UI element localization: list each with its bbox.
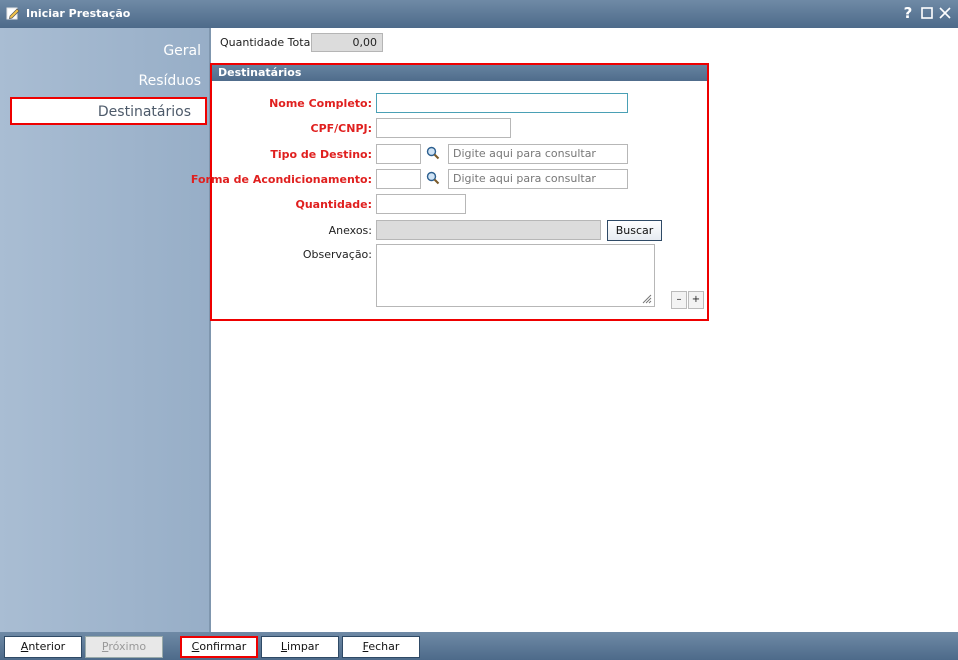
tipo-destino-search-input[interactable]: Digite aqui para consultar — [448, 144, 628, 164]
nome-completo-label: Nome Completo: — [269, 97, 372, 110]
anexos-label: Anexos: — [328, 224, 372, 237]
fechar-label: echar — [368, 640, 400, 653]
nome-completo-field[interactable] — [376, 93, 628, 113]
cpf-cnpj-label: CPF/CNPJ: — [310, 122, 373, 135]
sidebar-item-residuos[interactable]: Resíduos — [138, 73, 201, 89]
close-icon — [939, 7, 951, 19]
observacao-textarea[interactable] — [376, 244, 655, 307]
anexos-field — [376, 220, 601, 240]
help-button[interactable]: ? — [900, 4, 916, 22]
confirmar-button[interactable]: Confirmar — [180, 636, 258, 658]
observacao-label: Observação: — [302, 248, 372, 261]
search-icon[interactable] — [426, 146, 440, 160]
quantidade-field[interactable] — [376, 194, 466, 214]
panel-title: Destinatários — [212, 65, 707, 81]
maximize-icon — [921, 7, 933, 19]
destinatarios-panel: Destinatários Nome Completo: CPF/CNPJ: T… — [191, 63, 709, 321]
forma-acondicionamento-code-field[interactable] — [376, 169, 421, 189]
remove-row-button[interactable]: – — [671, 291, 687, 309]
buscar-button[interactable]: Buscar — [607, 220, 662, 241]
forma-acondicionamento-search-input[interactable]: Digite aqui para consultar — [448, 169, 628, 189]
limpar-button[interactable]: Limpar — [261, 636, 339, 658]
maximize-button[interactable] — [919, 4, 935, 22]
footer-bar: Anterior Próximo Confirmar Limpar Fechar — [0, 632, 958, 660]
fechar-button[interactable]: Fechar — [342, 636, 420, 658]
anterior-label: nterior — [28, 640, 66, 653]
resize-grip-icon[interactable] — [640, 292, 652, 304]
tipo-destino-code-field[interactable] — [376, 144, 421, 164]
proximo-label: róximo — [108, 640, 147, 653]
proximo-button: Próximo — [85, 636, 163, 658]
sidebar-item-destinatarios[interactable]: Destinatários — [10, 97, 207, 125]
quantity-total-value: 0,00 — [311, 33, 383, 52]
title-bar: Iniciar Prestação ? — [0, 0, 958, 28]
close-button[interactable] — [937, 4, 953, 22]
quantity-total-label: Quantidade Total: — [220, 36, 318, 49]
sidebar-item-geral[interactable]: Geral — [163, 43, 201, 59]
add-row-button[interactable]: + — [688, 291, 704, 309]
limpar-label: impar — [287, 640, 320, 653]
confirmar-label: onfirmar — [199, 640, 247, 653]
forma-acondicionamento-label: Forma de Acondicionamento: — [190, 173, 372, 186]
tipo-destino-label: Tipo de Destino: — [270, 148, 372, 161]
quantidade-label: Quantidade: — [295, 198, 373, 211]
sidebar-item-label: Destinatários — [97, 104, 191, 120]
sidebar: Geral Resíduos Destinatários — [0, 28, 211, 632]
edit-document-icon — [6, 7, 20, 20]
cpf-cnpj-field[interactable] — [376, 118, 511, 138]
window-title: Iniciar Prestação — [26, 7, 131, 20]
anterior-button[interactable]: Anterior — [4, 636, 82, 658]
search-icon[interactable] — [426, 171, 440, 185]
